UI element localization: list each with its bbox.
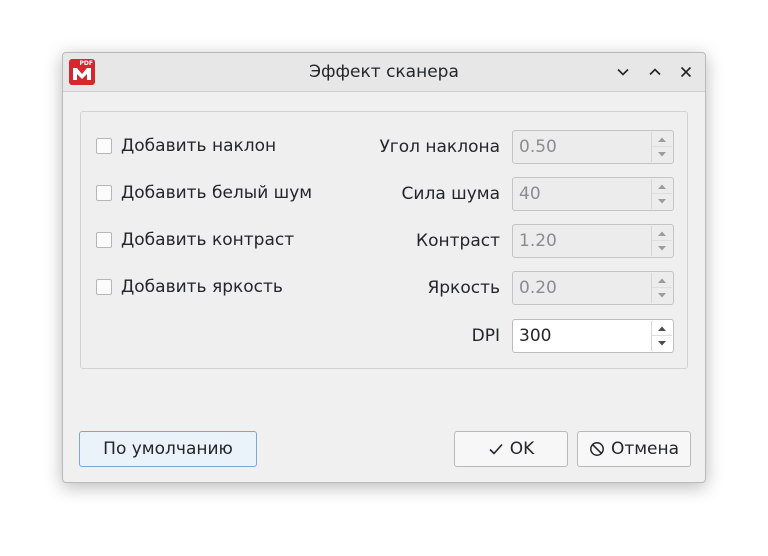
- decrement-button[interactable]: [652, 288, 672, 303]
- triangle-down-icon: [658, 293, 666, 298]
- ok-button[interactable]: OK: [454, 431, 568, 467]
- decrement-button[interactable]: [652, 336, 672, 351]
- option-add-skew[interactable]: Добавить наклон: [96, 135, 276, 157]
- dpi-spinbox[interactable]: 300: [512, 319, 674, 353]
- option-add-white-noise[interactable]: Добавить белый шум: [96, 182, 312, 204]
- spinbox-value[interactable]: 0.50: [519, 131, 557, 163]
- option-label: Добавить наклон: [121, 136, 277, 156]
- scanner-effect-dialog: PDF Эффект сканера Добавить наклон Добав…: [62, 52, 706, 483]
- brightness-label: Яркость: [427, 278, 500, 298]
- triangle-down-icon: [658, 199, 666, 204]
- triangle-down-icon: [658, 246, 666, 251]
- spinbox-arrows: [651, 179, 672, 209]
- close-icon: [680, 66, 692, 78]
- option-label: Добавить контраст: [121, 230, 295, 250]
- chevron-down-icon: [617, 68, 629, 76]
- spinbox-value[interactable]: 1.20: [519, 225, 557, 257]
- spinbox-arrows: [651, 132, 672, 162]
- decrement-button[interactable]: [652, 194, 672, 209]
- dpi-label: DPI: [471, 326, 500, 346]
- title-bar[interactable]: PDF Эффект сканера: [63, 53, 705, 92]
- close-button[interactable]: [676, 62, 696, 82]
- checkbox[interactable]: [96, 185, 112, 201]
- cancel-button-label: Отмена: [610, 439, 680, 459]
- option-label: Добавить белый шум: [121, 183, 313, 203]
- decrement-button[interactable]: [652, 147, 672, 162]
- brightness-spinbox[interactable]: 0.20: [512, 271, 674, 305]
- cancel-button[interactable]: Отмена: [577, 431, 691, 467]
- increment-button[interactable]: [652, 226, 672, 241]
- option-add-contrast[interactable]: Добавить контраст: [96, 229, 294, 251]
- spinbox-value[interactable]: 0.20: [519, 272, 557, 304]
- triangle-down-icon: [658, 152, 666, 157]
- defaults-button-label: По умолчанию: [103, 439, 233, 459]
- option-label: Добавить яркость: [121, 277, 283, 297]
- increment-button[interactable]: [652, 321, 672, 336]
- minimize-button[interactable]: [613, 62, 633, 82]
- triangle-up-icon: [658, 231, 666, 236]
- spinbox-arrows: [651, 273, 672, 303]
- increment-button[interactable]: [652, 273, 672, 288]
- spinbox-arrows: [651, 226, 672, 256]
- checkbox[interactable]: [96, 279, 112, 295]
- spinbox-value[interactable]: 40: [519, 178, 541, 210]
- triangle-up-icon: [658, 278, 666, 283]
- chevron-up-icon: [649, 68, 661, 76]
- triangle-down-icon: [658, 341, 666, 346]
- maximize-button[interactable]: [645, 62, 665, 82]
- decrement-button[interactable]: [652, 241, 672, 256]
- cancel-icon: [589, 442, 604, 456]
- checkbox[interactable]: [96, 138, 112, 154]
- triangle-up-icon: [658, 326, 666, 331]
- increment-button[interactable]: [652, 132, 672, 147]
- noise-strength-label: Сила шума: [401, 184, 500, 204]
- option-add-brightness[interactable]: Добавить яркость: [96, 276, 283, 298]
- ok-button-label: OK: [509, 439, 535, 459]
- checkmark-icon: [489, 443, 503, 455]
- triangle-up-icon: [658, 137, 666, 142]
- checkbox[interactable]: [96, 232, 112, 248]
- triangle-up-icon: [658, 184, 666, 189]
- noise-strength-spinbox[interactable]: 40: [512, 177, 674, 211]
- contrast-spinbox[interactable]: 1.20: [512, 224, 674, 258]
- skew-angle-spinbox[interactable]: 0.50: [512, 130, 674, 164]
- defaults-button[interactable]: По умолчанию: [79, 431, 257, 467]
- spinbox-value[interactable]: 300: [519, 320, 551, 352]
- contrast-label: Контраст: [416, 231, 500, 251]
- increment-button[interactable]: [652, 179, 672, 194]
- spinbox-arrows: [651, 321, 672, 351]
- skew-angle-label: Угол наклона: [379, 137, 500, 157]
- window-title: Эффект сканера: [309, 62, 459, 82]
